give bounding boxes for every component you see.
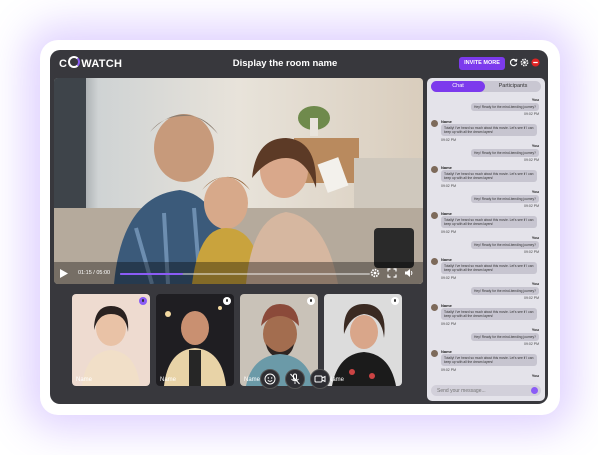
speaking-icon — [139, 297, 147, 305]
chat-tabs: Chat Participants — [431, 81, 541, 92]
mic-off-icon — [290, 373, 300, 385]
participant-photo — [240, 294, 318, 386]
participant-name: Name — [328, 377, 345, 383]
participants-strip: Name Name Name Name — [50, 288, 426, 404]
fullscreen-icon[interactable] — [387, 268, 397, 278]
header: C WATCH Display the room name INVITE MORE — [50, 50, 548, 76]
participant-name: Name — [244, 377, 261, 383]
participant-name: Name — [76, 377, 93, 383]
message-time: 09:02 PM — [524, 204, 539, 208]
message-time: 09:02 PM — [524, 296, 539, 300]
message-time: 09:02 PM — [524, 342, 539, 346]
invite-more-button[interactable]: INVITE MORE — [459, 57, 505, 70]
gear-icon[interactable] — [520, 58, 529, 67]
you-label: You — [531, 143, 539, 148]
mic-status-icon — [307, 297, 315, 305]
received-message[interactable]: Name Totally! I've heard so much about th… — [431, 118, 541, 142]
tab-chat[interactable]: Chat — [431, 81, 485, 92]
message-time: 09:02 PM — [441, 138, 456, 142]
play-icon[interactable] — [60, 269, 68, 278]
received-message-bubble: Totally! I've heard so much about this m… — [441, 354, 537, 366]
you-message-bubble[interactable]: Hey! Ready for the mind-bending journey? — [471, 195, 539, 203]
received-message-bubble: Totally! I've heard so much about this m… — [441, 170, 537, 182]
participant-photo — [156, 294, 234, 386]
you-label: You — [531, 281, 539, 286]
progress-bar[interactable] — [120, 273, 370, 275]
you-message-bubble[interactable]: Hey! Ready for the mind-bending journey? — [471, 333, 539, 341]
refresh-icon[interactable] — [509, 58, 518, 67]
avatar — [431, 166, 438, 173]
player-controls: 01:15 / 05:00 — [54, 262, 423, 284]
camera-button[interactable] — [310, 369, 330, 389]
message-time: 09:02 PM — [524, 158, 539, 162]
participant-tile-2[interactable]: Name — [156, 294, 234, 386]
volume-icon[interactable] — [404, 268, 414, 278]
you-label: You — [531, 327, 539, 332]
avatar — [431, 120, 438, 127]
chat-panel: Chat Participants You Hey! Ready for the … — [427, 78, 545, 401]
emoji-icon — [264, 373, 276, 385]
you-label: You — [531, 189, 539, 194]
emoji-picker-icon[interactable] — [531, 387, 538, 394]
message-time: 09:02 PM — [441, 322, 456, 326]
app-window: C WATCH Display the room name INVITE MORE — [50, 50, 548, 404]
participant-tile-4[interactable]: Name — [324, 294, 402, 386]
emoji-reaction-button[interactable] — [260, 369, 280, 389]
you-label: You — [531, 97, 539, 102]
room-title: Display the room name — [232, 58, 338, 69]
video-player[interactable]: 01:15 / 05:00 — [54, 78, 423, 284]
message-time: 09:02 PM — [524, 112, 539, 116]
received-message[interactable]: Name Totally! I've heard so much about th… — [431, 348, 541, 372]
leave-room-icon[interactable] — [531, 58, 540, 67]
you-label: You — [531, 235, 539, 240]
received-message[interactable]: Name Totally! I've heard so much about th… — [431, 210, 541, 234]
message-time: 09:02 PM — [441, 276, 456, 280]
message-time: 09:02 PM — [441, 230, 456, 234]
progress-fill — [120, 273, 183, 275]
received-message-bubble: Totally! I've heard so much about this m… — [441, 216, 537, 228]
tab-participants[interactable]: Participants — [485, 81, 541, 92]
participant-tile-1[interactable]: Name — [72, 294, 150, 386]
mic-status-icon — [223, 297, 231, 305]
camera-icon — [314, 375, 326, 383]
participant-photo — [324, 294, 402, 386]
received-message[interactable]: Name Totally! I've heard so much about th… — [431, 164, 541, 188]
message-time: 09:02 PM — [524, 250, 539, 254]
message-input[interactable] — [431, 385, 541, 396]
you-message-bubble[interactable]: Hey! Ready for the mind-bending journey? — [471, 287, 539, 295]
avatar — [431, 350, 438, 357]
playback-time: 01:15 / 05:00 — [78, 270, 111, 276]
received-message-bubble: Totally! I've heard so much about this m… — [441, 262, 537, 274]
participant-name: Name — [160, 377, 177, 383]
you-label: You — [531, 373, 539, 378]
participant-tile-3[interactable]: Name — [240, 294, 318, 386]
received-message[interactable]: Name Totally! I've heard so much about th… — [431, 256, 541, 280]
received-message-bubble: Totally! I've heard so much about this m… — [441, 124, 537, 136]
participant-photo — [72, 294, 150, 386]
avatar — [431, 212, 438, 219]
received-message[interactable]: Name Totally! I've heard so much about th… — [431, 302, 541, 326]
settings-gear-icon[interactable] — [370, 268, 380, 278]
movie-frame-image — [54, 78, 423, 284]
mute-button[interactable] — [285, 369, 305, 389]
message-list[interactable]: You Hey! Ready for the mind-bending journ… — [427, 94, 545, 379]
you-message-bubble[interactable]: Hey! Ready for the mind-bending journey? — [471, 103, 539, 111]
you-message-bubble[interactable]: Hey! Ready for the mind-bending journey? — [471, 241, 539, 249]
avatar — [431, 304, 438, 311]
you-message-bubble[interactable]: Hey! Ready for the mind-bending journey? — [471, 149, 539, 157]
mic-status-icon — [391, 297, 399, 305]
message-time: 09:02 PM — [441, 368, 456, 372]
avatar — [431, 258, 438, 265]
message-time: 09:02 PM — [441, 184, 456, 188]
received-message-bubble: Totally! I've heard so much about this m… — [441, 308, 537, 320]
